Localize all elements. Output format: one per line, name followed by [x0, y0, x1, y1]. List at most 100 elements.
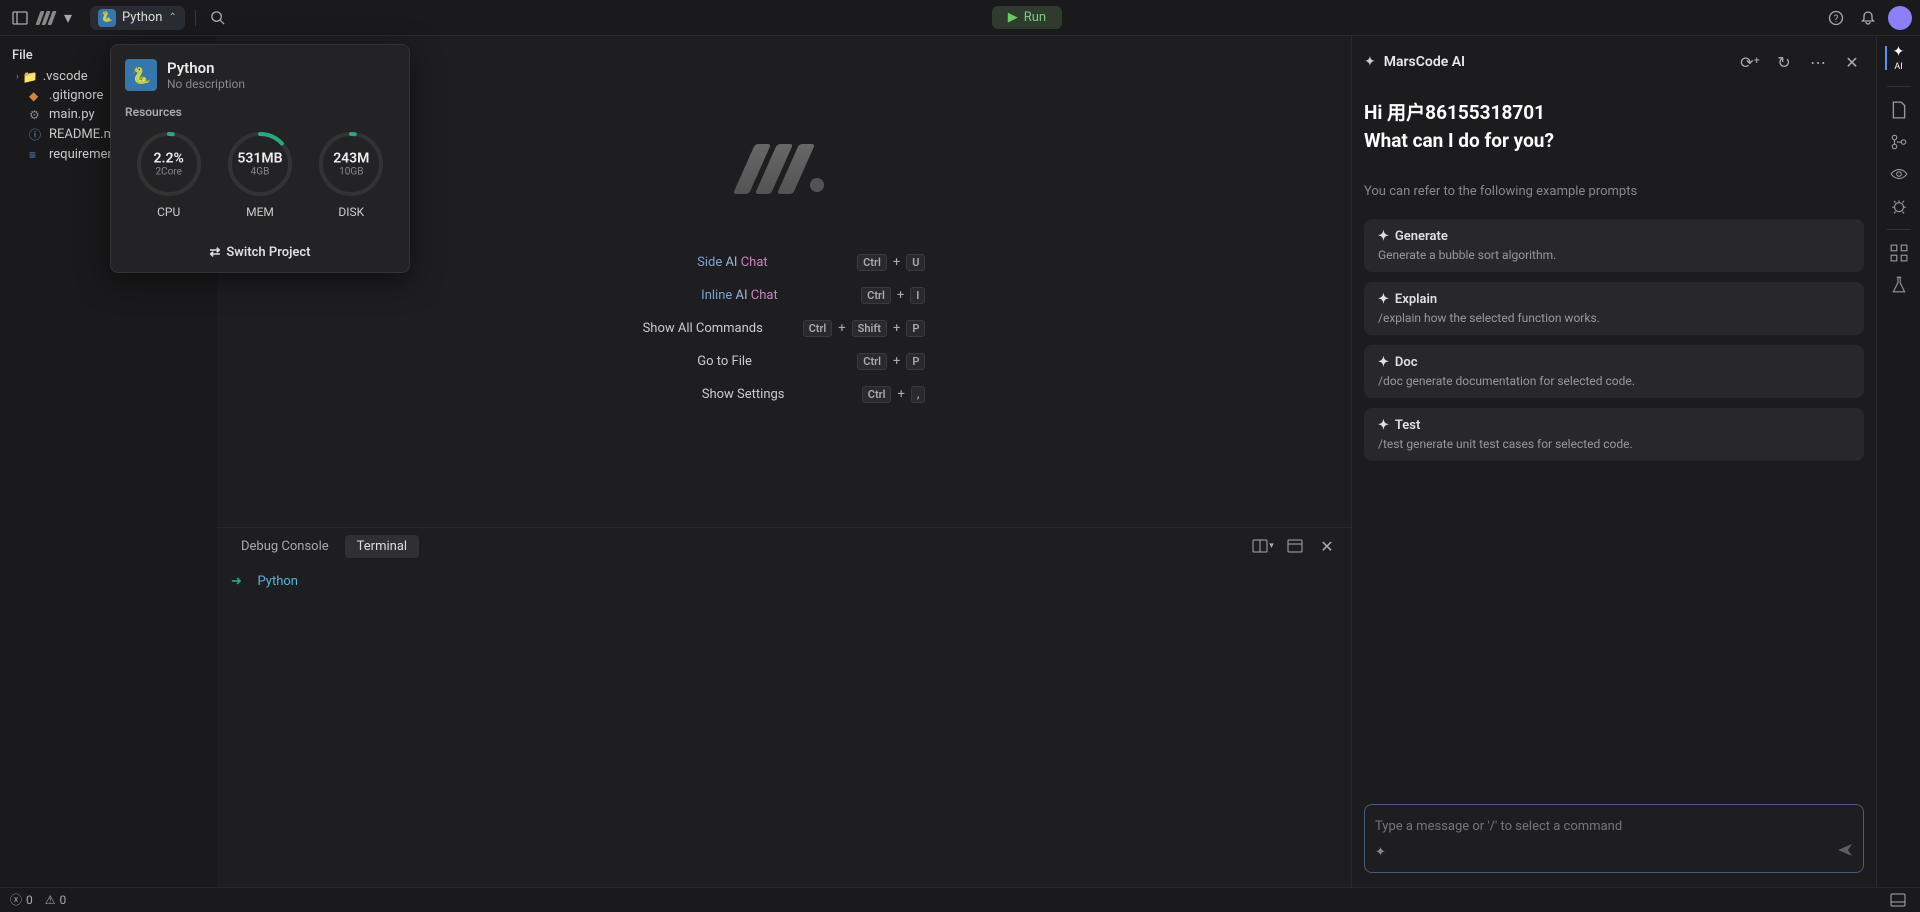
run-button[interactable]: ▶ Run [992, 6, 1062, 29]
switch-project-label: Switch Project [226, 245, 310, 260]
topbar: ▾ 🐍 Python ⌃ ▶ Run ? [0, 0, 1920, 36]
shortcut-keys: Ctrl+P [857, 353, 925, 370]
file-name: .gitignore [49, 88, 103, 103]
ai-input[interactable] [1375, 819, 1853, 834]
resource-disk: 243M10GBDISK [316, 129, 386, 219]
shortcut-keys: Ctrl+, [862, 386, 926, 403]
gauge-sub: 2Core [154, 167, 184, 178]
sparkle-icon: ✦ [1378, 292, 1389, 307]
project-popup: 🐍 Python No description Resources 2.2%2C… [110, 44, 410, 273]
split-view-icon[interactable]: ▾ [1251, 534, 1275, 558]
gauge-sub: 10GB [333, 167, 369, 178]
gauge-sub: 4GB [237, 167, 282, 178]
prompt-title: Doc [1395, 355, 1418, 370]
ai-subtitle: What can I do for you? [1364, 129, 1864, 152]
file-icon: ◆ [29, 89, 45, 103]
rail-file-icon[interactable] [1890, 101, 1908, 119]
gauge-label: MEM [246, 205, 274, 219]
welcome-logo [744, 144, 824, 194]
rail-git-icon[interactable] [1890, 133, 1908, 151]
sparkle-icon: ✦ [1364, 54, 1376, 70]
chevron-down-icon: ⌃ [168, 12, 176, 23]
ai-greeting: Hi 用户86155318701 [1364, 98, 1864, 125]
gauge-label: DISK [338, 205, 364, 219]
shortcut-label: Show All Commands [643, 321, 783, 336]
panel-toggle-icon[interactable] [1886, 888, 1910, 912]
maximize-icon[interactable] [1283, 534, 1307, 558]
warnings-status[interactable]: ⚠ 0 [45, 893, 67, 907]
shortcut-label: Inline AI Chat [701, 288, 841, 303]
ai-input-wrap: ✦ [1364, 804, 1864, 873]
project-name: Python [122, 10, 162, 25]
help-icon[interactable]: ? [1824, 6, 1848, 30]
prompt-arrow-icon: ➜ [231, 574, 242, 589]
warnings-count: 0 [60, 893, 67, 907]
ai-title: MarsCode AI [1384, 54, 1465, 70]
popup-project-name: Python [167, 59, 245, 77]
search-icon[interactable] [206, 6, 230, 30]
gauge-value: 531MB [237, 151, 282, 167]
prompt-desc: /explain how the selected function works… [1378, 311, 1850, 325]
sparkle-icon: ✦ [1378, 418, 1389, 433]
enhance-icon[interactable]: ⟳⁺ [1738, 50, 1762, 74]
prompt-cwd: Python [258, 574, 298, 589]
prompt-title: Test [1395, 418, 1420, 433]
python-icon: 🐍 [125, 59, 157, 91]
status-bar: ⓧ 0 ⚠ 0 [0, 887, 1920, 911]
switch-project-button[interactable]: ⇄ Switch Project [111, 233, 409, 272]
close-icon[interactable]: ✕ [1315, 534, 1339, 558]
rail-ai-label: AI [1894, 62, 1902, 72]
error-icon: ⓧ [10, 891, 22, 908]
file-icon: ⓘ [29, 126, 45, 143]
prompt-title: Explain [1395, 292, 1437, 307]
ai-hint: You can refer to the following example p… [1364, 184, 1864, 199]
terminal-tab[interactable]: Debug Console [229, 535, 341, 558]
chevron-down-icon[interactable]: ▾ [60, 6, 76, 30]
rail-bug-icon[interactable] [1890, 197, 1908, 215]
shortcut-label: Side AI Chat [697, 255, 837, 270]
resource-cpu: 2.2%2Core CPU [134, 129, 204, 219]
prompt-desc: /test generate unit test cases for selec… [1378, 437, 1850, 451]
sparkle-icon: ✦ [1893, 44, 1905, 60]
sparkle-icon: ✦ [1378, 355, 1389, 370]
shortcut-keys: Ctrl+Shift+P [803, 320, 926, 337]
run-label: Run [1024, 10, 1046, 25]
terminal-content[interactable]: ➜ Python [217, 564, 1351, 887]
right-rail: ✦ AI [1876, 36, 1920, 887]
shortcut-label: Go to File [697, 354, 837, 369]
prompt-card[interactable]: ✦ Explain/explain how the selected functi… [1364, 282, 1864, 335]
sparkle-icon[interactable]: ✦ [1375, 845, 1386, 860]
terminal-panel: Debug ConsoleTerminal ▾ ✕ ➜ Python [217, 527, 1351, 887]
terminal-tab[interactable]: Terminal [345, 535, 419, 558]
rail-ai-button[interactable]: ✦ AI [1893, 44, 1905, 72]
sparkle-icon: ✦ [1378, 229, 1389, 244]
close-icon[interactable]: ✕ [1840, 50, 1864, 74]
avatar[interactable] [1888, 6, 1912, 30]
gauge-value: 2.2% [154, 151, 184, 167]
file-icon: 📁 [23, 70, 39, 84]
rail-flask-icon[interactable] [1890, 276, 1908, 294]
shortcut-label: Show Settings [702, 387, 842, 402]
prompt-desc: /doc generate documentation for selected… [1378, 374, 1850, 388]
errors-status[interactable]: ⓧ 0 [10, 891, 33, 908]
prompt-card[interactable]: ✦ Test/test generate unit test cases for … [1364, 408, 1864, 461]
file-icon: ≡ [29, 148, 45, 162]
svg-text:?: ? [1834, 14, 1839, 25]
rail-eye-icon[interactable] [1890, 165, 1908, 183]
popup-project-desc: No description [167, 77, 245, 91]
shortcut-keys: Ctrl+U [857, 254, 925, 271]
sidebar-toggle-icon[interactable] [8, 6, 32, 30]
bell-icon[interactable] [1856, 6, 1880, 30]
history-icon[interactable]: ↻ [1772, 50, 1796, 74]
errors-count: 0 [26, 893, 33, 907]
more-icon[interactable]: ⋯ [1806, 50, 1830, 74]
prompt-card[interactable]: ✦ Doc/doc generate documentation for sele… [1364, 345, 1864, 398]
prompt-card[interactable]: ✦GenerateGenerate a bubble sort algorith… [1364, 219, 1864, 272]
prompt-title: Generate [1395, 229, 1448, 244]
gauge-label: CPU [157, 205, 180, 219]
resources-label: Resources [111, 105, 409, 123]
project-chip[interactable]: 🐍 Python ⌃ [90, 6, 185, 30]
rail-grid-icon[interactable] [1890, 244, 1908, 262]
warning-icon: ⚠ [45, 893, 56, 907]
send-icon[interactable] [1837, 842, 1853, 862]
